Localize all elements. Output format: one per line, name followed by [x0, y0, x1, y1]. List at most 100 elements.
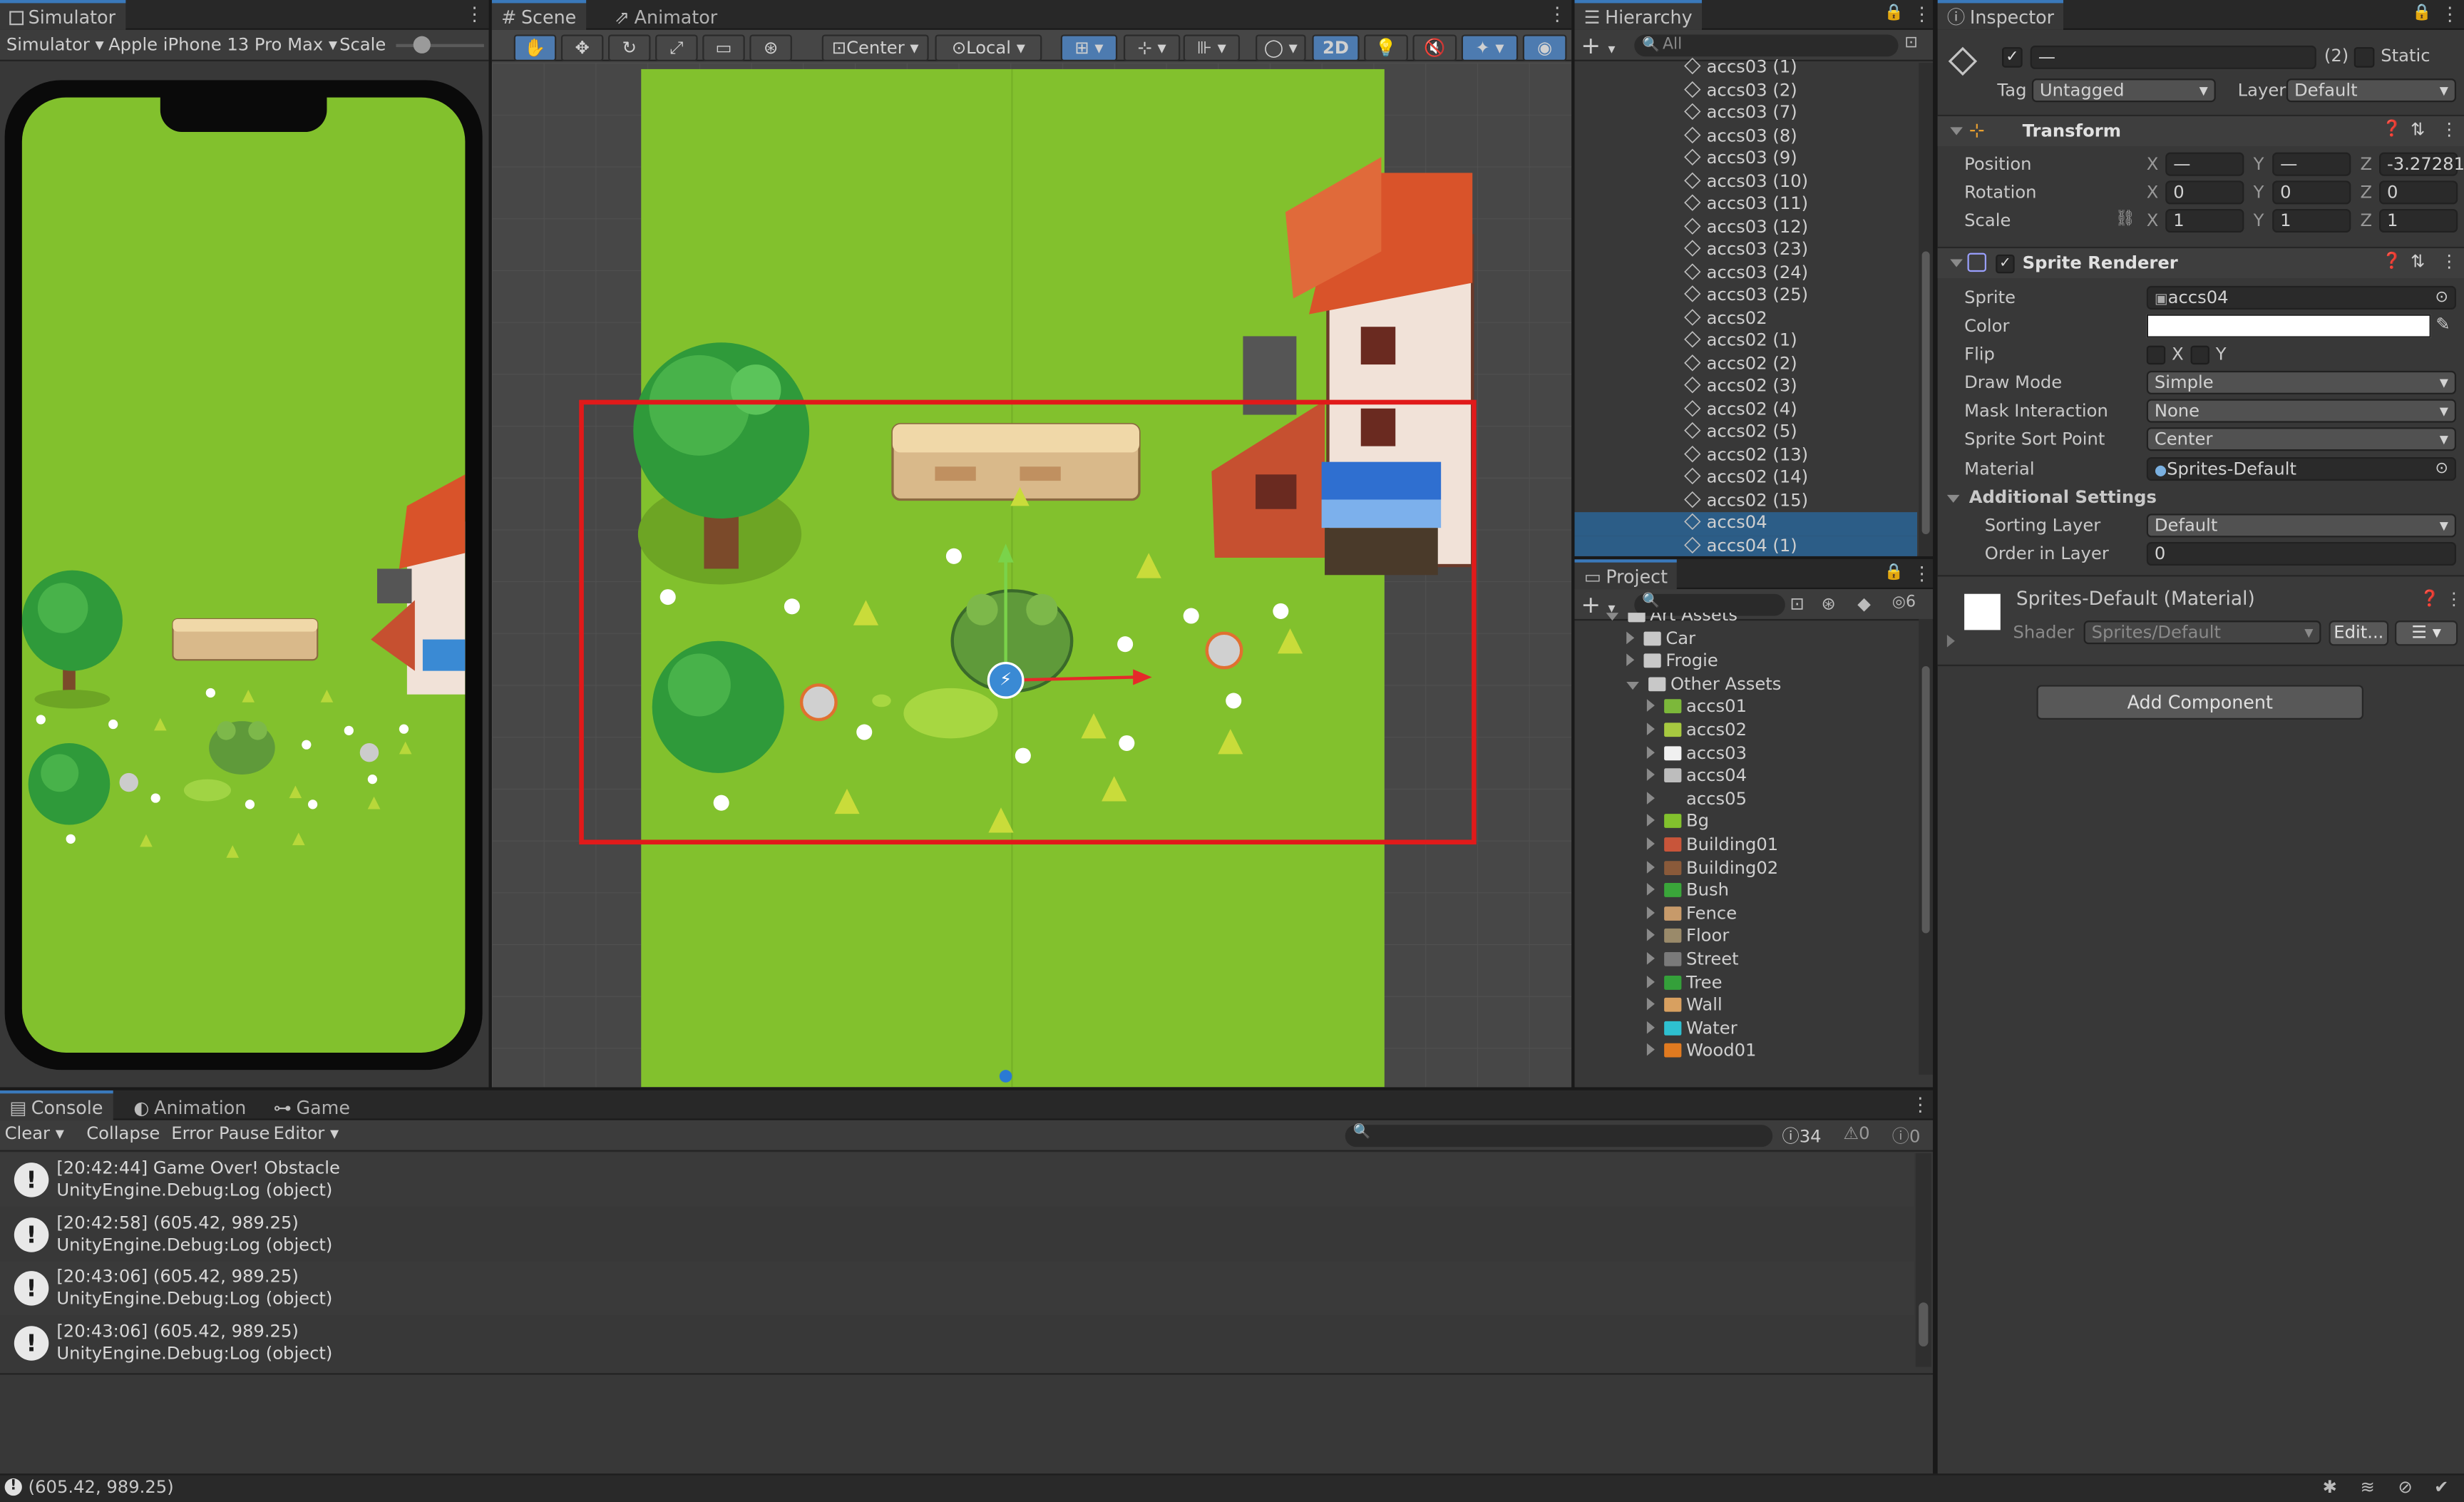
bug-icon[interactable]: ✱: [2323, 1477, 2337, 1498]
project-item[interactable]: Fence: [1646, 903, 1737, 926]
project-item[interactable]: accs03: [1646, 742, 1747, 765]
position-z-field[interactable]: -3.27281: [2379, 152, 2464, 176]
simulator-mode-dropdown[interactable]: Simulator ▾: [6, 33, 104, 58]
log-entry[interactable]: ! [20:42:44] Game Over! Obstacle UnityEngi…: [0, 1153, 1914, 1207]
hidden-packages-icon[interactable]: ◎6: [1892, 594, 1916, 611]
scale-slider-handle[interactable]: [413, 36, 431, 53]
foldout-icon[interactable]: [1646, 883, 1655, 896]
foldout-icon[interactable]: [1646, 722, 1655, 735]
hierarchy-item[interactable]: accs02 (1): [1575, 330, 1917, 353]
rotate-tool-icon[interactable]: ↻: [607, 34, 651, 61]
log-entry[interactable]: ! [20:43:06] (605.42, 989.25) UnityEngine.…: [0, 1261, 1914, 1315]
lock-icon[interactable]: 🔒: [2412, 5, 2431, 22]
warning-count-toggle[interactable]: ⚠0: [1843, 1123, 1869, 1144]
active-checkbox[interactable]: ✓: [2002, 47, 2023, 68]
hierarchy-item[interactable]: accs03 (7): [1575, 102, 1917, 125]
hierarchy-item[interactable]: accs03 (2): [1575, 79, 1917, 102]
foldout-icon[interactable]: [1646, 998, 1655, 1011]
eyedropper-icon[interactable]: ✎: [2435, 315, 2450, 335]
foldout-icon[interactable]: [1646, 745, 1655, 759]
help-icon[interactable]: ❓: [2382, 121, 2401, 138]
foldout-icon[interactable]: [1646, 814, 1655, 827]
tab-console[interactable]: ▤ Console: [0, 1090, 113, 1120]
tab-scene[interactable]: # Scene: [491, 0, 586, 30]
grid-snap-icon[interactable]: ⊞ ▾: [1060, 34, 1118, 61]
edit-shader-button[interactable]: Edit...: [2329, 620, 2389, 646]
material-field[interactable]: ●Sprites-Default ⊙: [2146, 457, 2457, 481]
hierarchy-item[interactable]: accs03 (8): [1575, 125, 1917, 148]
name-field[interactable]: —: [2030, 45, 2316, 69]
hierarchy-item[interactable]: accs02 (15): [1575, 489, 1917, 512]
space-dropdown[interactable]: ⊙Local ▾: [935, 34, 1042, 61]
effects-icon[interactable]: ✦ ▾: [1461, 34, 1519, 61]
project-item[interactable]: Bg: [1646, 812, 1709, 834]
more-options-icon[interactable]: ⋮: [1911, 1094, 1929, 1115]
pivot-dropdown[interactable]: ⊡Center ▾: [821, 34, 929, 61]
tab-project[interactable]: ▭ Project: [1574, 559, 1678, 590]
shader-options-button[interactable]: ☰ ▾: [2395, 620, 2458, 646]
log-entry[interactable]: ! [20:42:58] (605.42, 989.25) UnityEngine.…: [0, 1207, 1914, 1261]
more-options-icon[interactable]: ⋮: [1548, 4, 1566, 26]
add-component-button[interactable]: Add Component: [2036, 685, 2363, 720]
hierarchy-scrollbar[interactable]: [1919, 63, 1934, 556]
layer-dropdown[interactable]: Default ▾: [2286, 78, 2457, 103]
object-picker-icon[interactable]: ⊙: [2435, 287, 2448, 308]
foldout-icon[interactable]: [1646, 1043, 1655, 1057]
hierarchy-item[interactable]: accs03 (1): [1575, 56, 1917, 79]
enabled-checkbox[interactable]: ✓: [1996, 254, 2015, 274]
check-icon[interactable]: ✔: [2434, 1477, 2448, 1498]
foldout-icon[interactable]: [1626, 630, 1635, 644]
console-search-input[interactable]: 🔍: [1345, 1125, 1773, 1148]
hierarchy-item[interactable]: accs02 (5): [1575, 421, 1917, 444]
status-message[interactable]: (605.42, 989.25): [29, 1477, 174, 1499]
snap-increment-icon[interactable]: ⊹ ▾: [1123, 34, 1181, 61]
hierarchy-item[interactable]: accs03 (9): [1575, 148, 1917, 170]
project-item[interactable]: Frogie: [1626, 650, 1718, 673]
error-count-toggle[interactable]: ⓘ0: [1892, 1123, 1921, 1148]
foldout-icon[interactable]: [1646, 768, 1655, 782]
foldout-icon[interactable]: [1646, 700, 1655, 712]
more-options-icon[interactable]: ⋮: [2440, 4, 2459, 26]
move-tool-icon[interactable]: ✥: [560, 34, 604, 61]
foldout-icon[interactable]: [1646, 929, 1655, 942]
search-by-label-icon[interactable]: ⊛: [1822, 594, 1836, 615]
console-scrollbar[interactable]: [1915, 1153, 1931, 1367]
project-item[interactable]: accs05: [1646, 788, 1747, 811]
foldout-icon[interactable]: [1626, 681, 1639, 690]
scale-y-field[interactable]: 1: [2272, 208, 2351, 233]
lock-icon[interactable]: 🔒: [1884, 564, 1904, 581]
audio-icon[interactable]: 🔇: [1412, 34, 1457, 61]
hierarchy-item[interactable]: accs04: [1574, 512, 1918, 536]
rotation-x-field[interactable]: 0: [2165, 180, 2244, 205]
tag-dropdown[interactable]: Untagged ▾: [2031, 78, 2216, 103]
position-x-field[interactable]: —: [2165, 152, 2244, 176]
flip-x-checkbox[interactable]: [2146, 345, 2166, 365]
preset-icon[interactable]: ⇅: [2411, 119, 2425, 140]
error-pause-button[interactable]: Error Pause: [171, 1122, 270, 1147]
device-dropdown[interactable]: Apple iPhone 13 Pro Max ▾: [108, 33, 337, 58]
clear-button[interactable]: Clear ▾: [5, 1122, 64, 1147]
search-by-type-icon[interactable]: ⊡: [1790, 594, 1804, 615]
position-y-field[interactable]: —: [2272, 152, 2351, 176]
project-item[interactable]: Water: [1646, 1018, 1737, 1041]
help-icon[interactable]: ❓: [2420, 591, 2439, 608]
rotation-z-field[interactable]: 0: [2379, 180, 2458, 205]
scene-viewport[interactable]: ⚡: [491, 63, 1572, 1088]
hierarchy-item[interactable]: accs03 (10): [1575, 170, 1917, 193]
scale-z-field[interactable]: 1: [2379, 208, 2458, 233]
scrollbar-thumb[interactable]: [1919, 1302, 1929, 1347]
hand-tool-icon[interactable]: ✋: [513, 34, 557, 61]
hierarchy-item[interactable]: accs03 (24): [1575, 262, 1917, 285]
foldout-icon[interactable]: [1606, 613, 1619, 621]
hierarchy-item[interactable]: accs02 (2): [1575, 353, 1917, 376]
hierarchy-item[interactable]: accs03 (11): [1575, 193, 1917, 216]
mask-interaction-dropdown[interactable]: None ▾: [2146, 399, 2457, 423]
more-options-icon[interactable]: ⋮: [465, 4, 483, 26]
hierarchy-item[interactable]: accs03 (12): [1575, 216, 1917, 239]
hierarchy-item[interactable]: accs02 (13): [1575, 444, 1917, 466]
editor-dropdown[interactable]: Editor ▾: [274, 1122, 339, 1147]
stack-icon[interactable]: ≋: [2361, 1477, 2375, 1498]
foldout-icon[interactable]: [1646, 791, 1655, 804]
color-swatch[interactable]: [2146, 314, 2431, 338]
tab-animation[interactable]: ◐ Animation: [124, 1090, 255, 1120]
